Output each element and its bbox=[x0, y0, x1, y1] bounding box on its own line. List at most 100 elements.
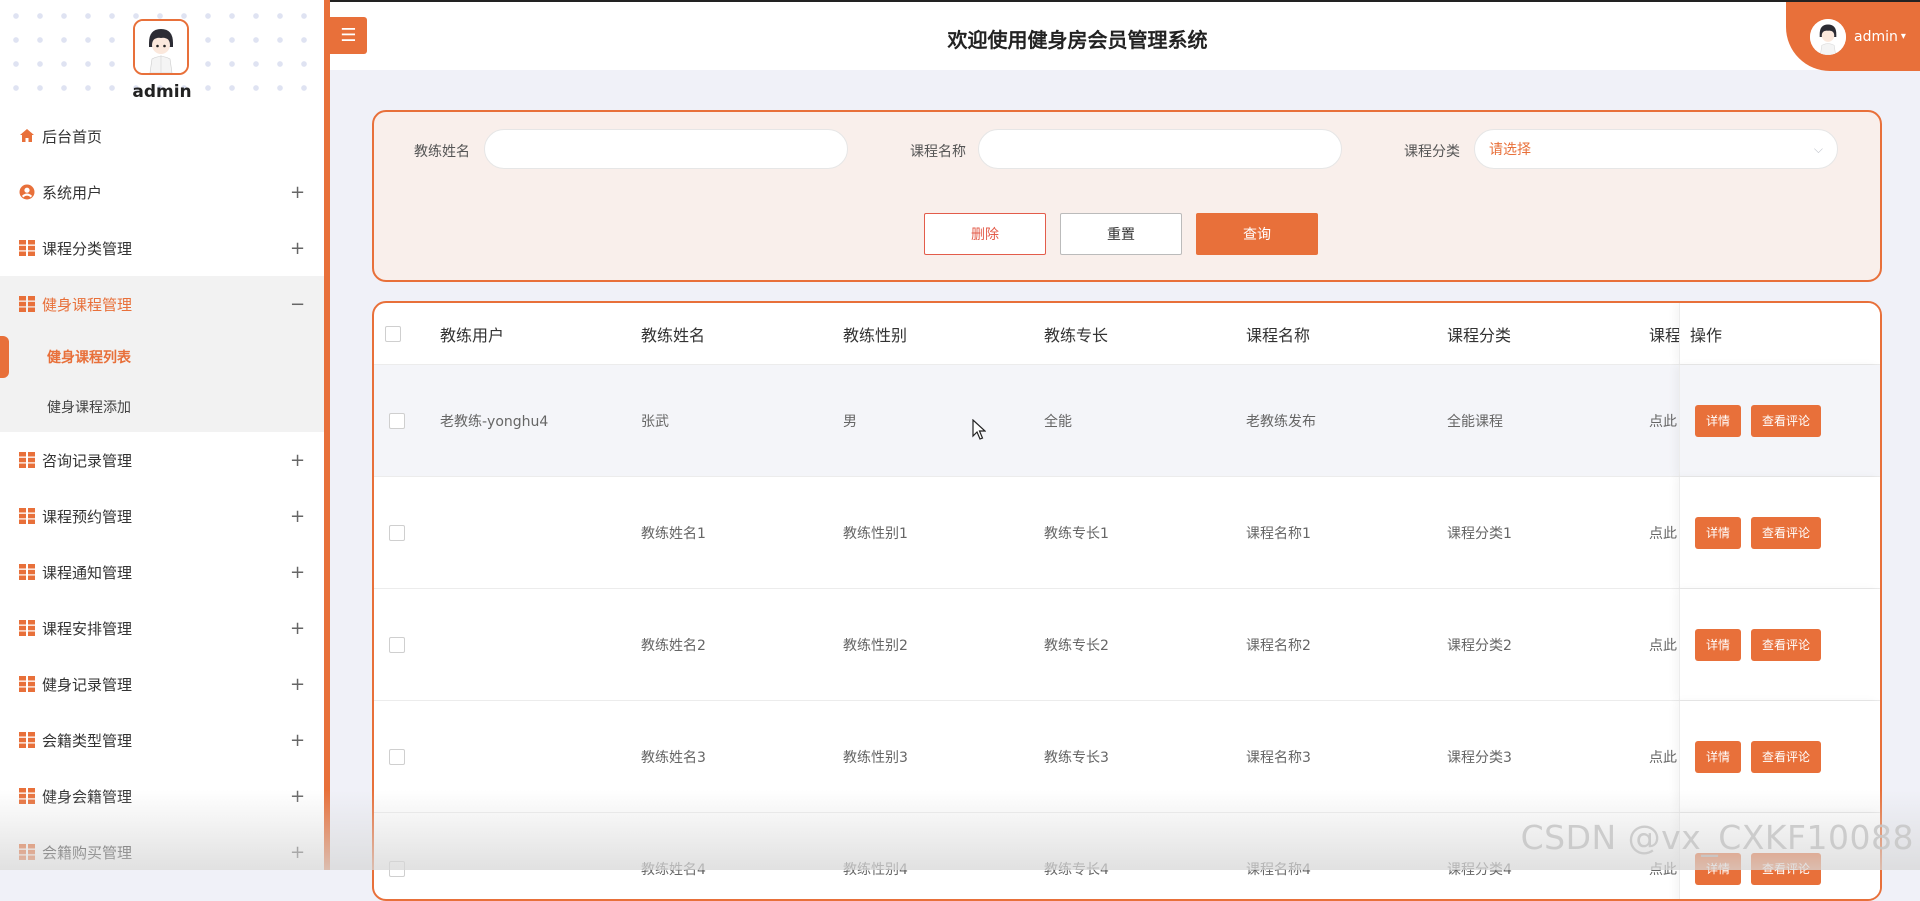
reset-button[interactable]: 重置 bbox=[1060, 213, 1182, 255]
table-row[interactable]: 教练姓名3 教练性别3 教练专长3 课程名称3 课程分类3 点此 详情 查看评论 bbox=[374, 701, 1880, 813]
sidebar-item-fitness-course[interactable]: 健身课程管理 − bbox=[0, 276, 324, 332]
sidebar-item-system-users[interactable]: 系统用户 + bbox=[0, 164, 324, 220]
cell-coach-name: 教练姓名1 bbox=[641, 525, 706, 542]
cell-clicks: 点此 bbox=[1649, 861, 1677, 878]
sidebar-item-booking[interactable]: 课程预约管理 + bbox=[0, 488, 324, 544]
cell-coach-specialty: 教练专长1 bbox=[1044, 525, 1109, 542]
grid-icon bbox=[18, 731, 36, 749]
table-row[interactable]: 教练姓名1 教练性别1 教练专长1 课程名称1 课程分类1 点此 详情 查看评论 bbox=[374, 477, 1880, 589]
select-all-checkbox[interactable] bbox=[385, 325, 401, 342]
table-row[interactable]: 教练姓名4 教练性别4 教练专长4 课程名称4 课程分类4 点此 详情 查看评论 bbox=[374, 813, 1880, 899]
sidebar-item-membership-type[interactable]: 会籍类型管理 + bbox=[0, 712, 324, 768]
sidebar-item-notice[interactable]: 课程通知管理 + bbox=[0, 544, 324, 600]
expand-icon[interactable]: + bbox=[290, 182, 305, 203]
cell-course-category: 课程分类3 bbox=[1447, 749, 1512, 766]
row-checkbox[interactable] bbox=[389, 524, 405, 541]
detail-button[interactable]: 详情 bbox=[1695, 404, 1741, 437]
column-header: 操作 bbox=[1690, 325, 1723, 345]
sidebar-item-membership-purchase[interactable]: 会籍购买管理 + bbox=[0, 824, 324, 870]
cell-course-category: 课程分类1 bbox=[1447, 525, 1512, 542]
expand-icon[interactable]: + bbox=[290, 506, 305, 527]
grid-icon bbox=[18, 619, 36, 637]
sidebar-item-label: 会籍类型管理 bbox=[42, 731, 133, 750]
expand-icon[interactable]: + bbox=[290, 674, 305, 695]
cell-coach-gender: 教练性别1 bbox=[843, 525, 908, 542]
row-checkbox[interactable] bbox=[389, 412, 405, 429]
column-header: 课程名称 bbox=[1246, 325, 1311, 345]
mouse-cursor-icon bbox=[972, 419, 986, 440]
sidebar-item-label: 课程预约管理 bbox=[42, 507, 133, 526]
cell-course-name: 老教练发布 bbox=[1246, 413, 1316, 430]
view-comments-button[interactable]: 查看评论 bbox=[1751, 404, 1821, 437]
cell-coach-specialty: 教练专长4 bbox=[1044, 861, 1109, 878]
ops-cell: 详情 查看评论 bbox=[1679, 365, 1880, 476]
detail-button[interactable]: 详情 bbox=[1695, 516, 1741, 549]
avatar-image bbox=[135, 21, 187, 73]
sidebar-item-home[interactable]: 后台首页 bbox=[0, 108, 324, 164]
table-row[interactable]: 老教练-yonghu4 张武 男 全能 老教练发布 全能课程 点此 详情 查看评… bbox=[374, 365, 1880, 477]
column-header: 课程分类 bbox=[1447, 325, 1512, 345]
ops-cell: 详情 查看评论 bbox=[1679, 813, 1880, 899]
top-bar: ☰ 欢迎使用健身房会员管理系统 admin ▾ bbox=[330, 0, 1920, 71]
sidebar-item-consultation[interactable]: 咨询记录管理 + bbox=[0, 432, 324, 488]
cell-coach-name: 教练姓名2 bbox=[641, 637, 706, 654]
expand-icon[interactable]: + bbox=[290, 730, 305, 751]
submenu-item-course-add[interactable]: 健身课程添加 bbox=[0, 382, 324, 432]
sidebar: admin 后台首页 系统用户 + 课程分类管理 + 健身课程管理 − 健身课程… bbox=[0, 0, 330, 870]
avatar bbox=[1810, 18, 1846, 55]
view-comments-button[interactable]: 查看评论 bbox=[1751, 740, 1821, 773]
expand-icon[interactable]: + bbox=[290, 618, 305, 639]
cell-coach-specialty: 教练专长2 bbox=[1044, 637, 1109, 654]
row-checkbox[interactable] bbox=[389, 860, 405, 877]
sidebar-item-schedule[interactable]: 课程安排管理 + bbox=[0, 600, 324, 656]
expand-icon[interactable]: + bbox=[290, 562, 305, 583]
column-header: 教练用户 bbox=[440, 325, 505, 345]
cell-coach-user: 老教练-yonghu4 bbox=[440, 413, 549, 430]
cell-coach-gender: 教练性别4 bbox=[843, 861, 908, 878]
expand-icon[interactable]: + bbox=[290, 450, 305, 471]
cell-course-name: 课程名称3 bbox=[1246, 749, 1311, 766]
cell-clicks: 点此 bbox=[1649, 525, 1677, 542]
cell-coach-gender: 男 bbox=[843, 413, 857, 430]
ops-cell: 详情 查看评论 bbox=[1679, 477, 1880, 588]
grid-icon bbox=[18, 295, 36, 313]
collapse-icon[interactable]: − bbox=[290, 294, 305, 315]
sidebar-item-fitness-record[interactable]: 健身记录管理 + bbox=[0, 656, 324, 712]
expand-icon[interactable]: + bbox=[290, 238, 305, 259]
detail-button[interactable]: 详情 bbox=[1695, 628, 1741, 661]
grid-icon bbox=[18, 239, 36, 257]
expand-icon[interactable]: + bbox=[290, 786, 305, 807]
avatar[interactable] bbox=[133, 19, 189, 75]
user-menu[interactable]: admin ▾ bbox=[1786, 2, 1920, 71]
submenu-item-course-list[interactable]: 健身课程列表 bbox=[0, 332, 324, 382]
category-select[interactable]: 请选择 ⌵ bbox=[1474, 129, 1838, 169]
cell-coach-specialty: 全能 bbox=[1044, 413, 1072, 430]
sidebar-header: admin bbox=[0, 0, 324, 108]
expand-icon[interactable]: + bbox=[290, 842, 305, 863]
detail-button[interactable]: 详情 bbox=[1695, 740, 1741, 773]
cell-coach-name: 张武 bbox=[641, 413, 669, 430]
user-icon bbox=[18, 183, 36, 201]
detail-button[interactable]: 详情 bbox=[1695, 852, 1741, 885]
coach-name-input[interactable] bbox=[484, 129, 848, 169]
sidebar-item-course-category[interactable]: 课程分类管理 + bbox=[0, 220, 324, 276]
query-button[interactable]: 查询 bbox=[1196, 213, 1318, 255]
cell-course-category: 课程分类4 bbox=[1447, 861, 1512, 878]
delete-button[interactable]: 删除 bbox=[924, 213, 1046, 255]
sidebar-item-label: 咨询记录管理 bbox=[42, 451, 133, 470]
cell-clicks: 点此 bbox=[1649, 637, 1677, 654]
course-name-input[interactable] bbox=[978, 129, 1342, 169]
cell-coach-name: 教练姓名4 bbox=[641, 861, 706, 878]
view-comments-button[interactable]: 查看评论 bbox=[1751, 852, 1821, 885]
view-comments-button[interactable]: 查看评论 bbox=[1751, 516, 1821, 549]
cell-coach-name: 教练姓名3 bbox=[641, 749, 706, 766]
table-row[interactable]: 教练姓名2 教练性别2 教练专长2 课程名称2 课程分类2 点此 详情 查看评论 bbox=[374, 589, 1880, 701]
row-checkbox[interactable] bbox=[389, 636, 405, 653]
view-comments-button[interactable]: 查看评论 bbox=[1751, 628, 1821, 661]
sidebar-item-membership[interactable]: 健身会籍管理 + bbox=[0, 768, 324, 824]
sidebar-item-label: 健身会籍管理 bbox=[42, 787, 133, 806]
grid-icon bbox=[18, 787, 36, 805]
grid-icon bbox=[18, 507, 36, 525]
sidebar-username: admin bbox=[132, 82, 192, 102]
row-checkbox[interactable] bbox=[389, 748, 405, 765]
